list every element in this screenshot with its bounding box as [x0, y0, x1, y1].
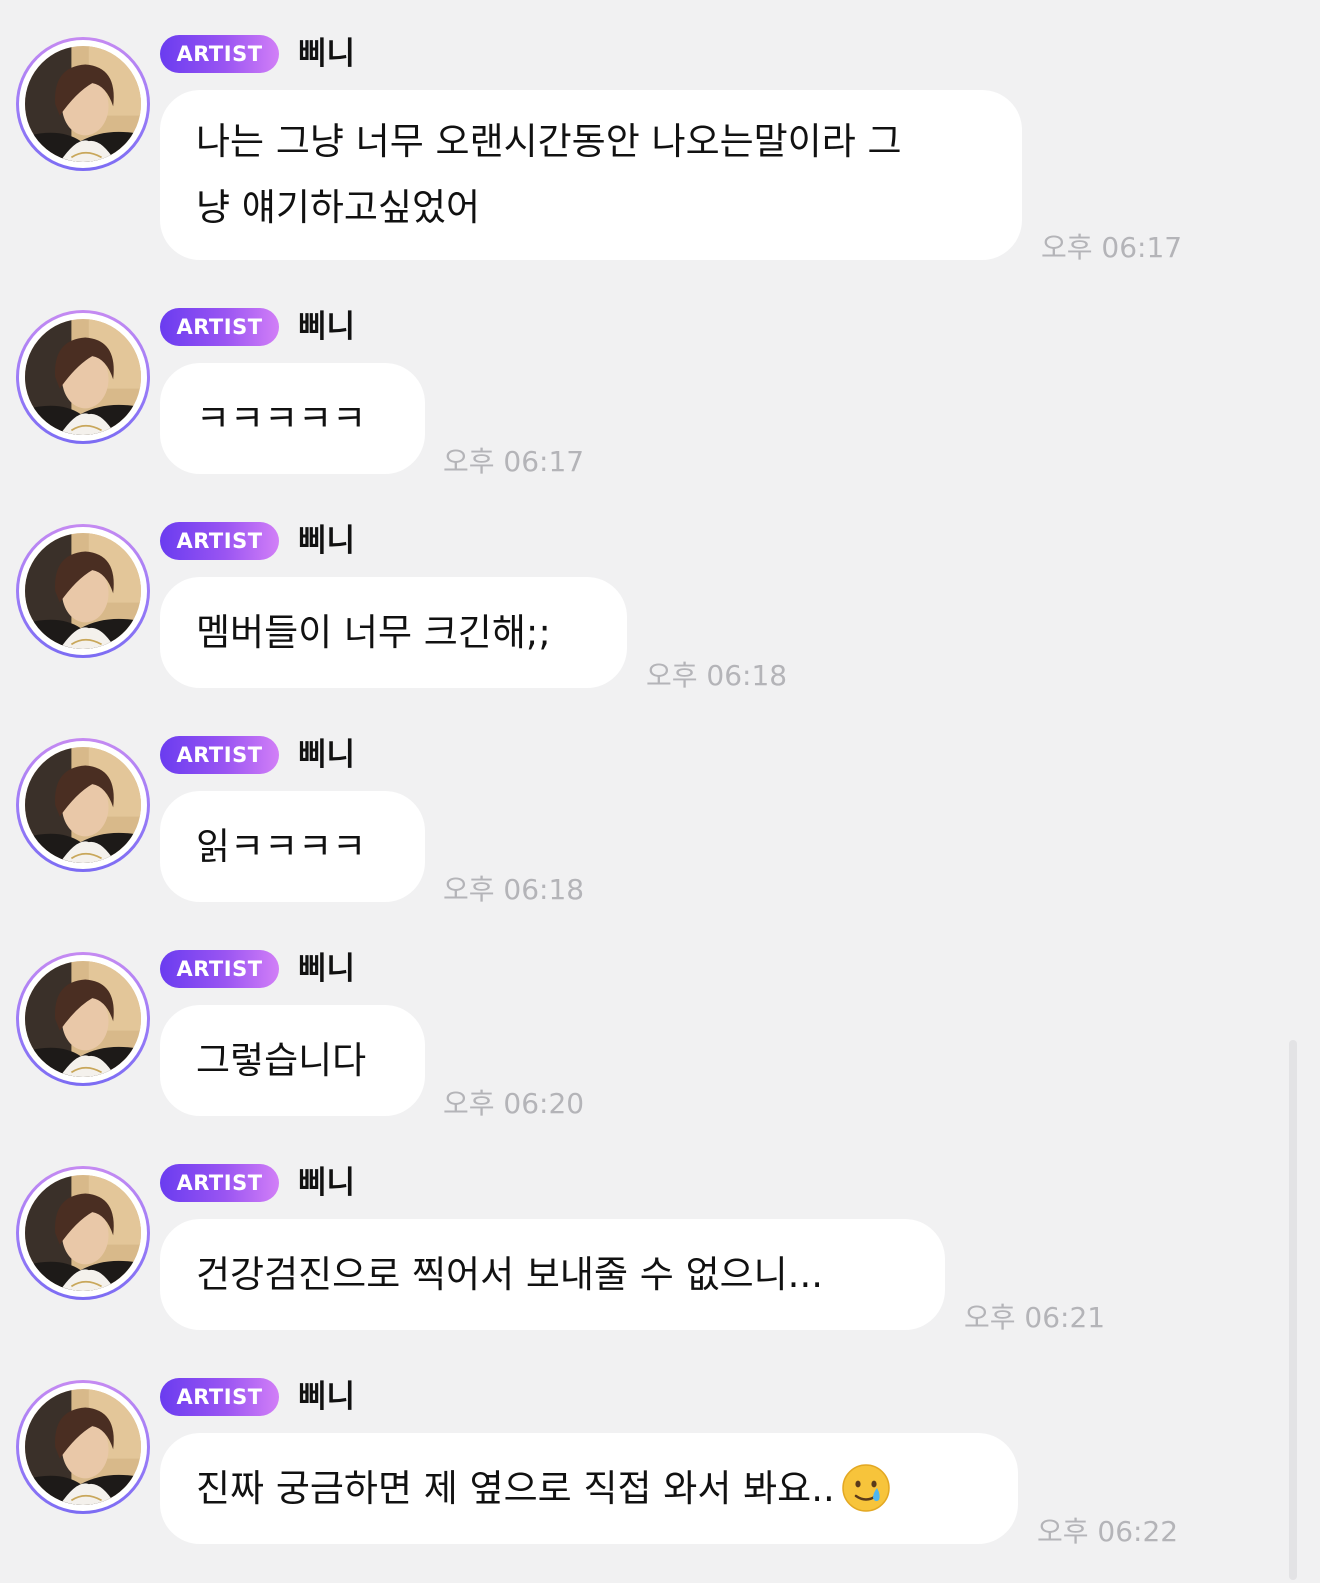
- message-timestamp: 오후 06:17: [1041, 231, 1183, 264]
- chat-message-list[interactable]: ARTIST 삐니 나는 그냥 너무 오랜시간동안 나오는말이라 그 냥 얘기하…: [0, 0, 1320, 1583]
- message-bubble[interactable]: 건강검진으로 찍어서 보내줄 수 없으니...: [160, 1219, 945, 1330]
- avatar[interactable]: [16, 738, 150, 872]
- message-timestamp: 오후 06:18: [646, 659, 788, 692]
- message-timestamp: 오후 06:22: [1037, 1515, 1179, 1548]
- message-timestamp: 오후 06:20: [443, 1087, 585, 1120]
- scrollbar[interactable]: [1289, 1040, 1297, 1580]
- message-bubble[interactable]: 나는 그냥 너무 오랜시간동안 나오는말이라 그 냥 얘기하고싶었어: [160, 90, 1022, 260]
- message-timestamp: 오후 06:18: [443, 873, 585, 906]
- sender-name: 삐니: [298, 523, 356, 559]
- message-bubble[interactable]: 읽ㅋㅋㅋㅋ: [160, 791, 425, 902]
- sender-name: 삐니: [298, 1379, 356, 1415]
- avatar[interactable]: [16, 952, 150, 1086]
- avatar[interactable]: [16, 37, 150, 171]
- artist-badge: ARTIST: [160, 522, 279, 560]
- sender-name: 삐니: [298, 951, 356, 987]
- avatar-photo: [25, 1389, 141, 1505]
- avatar-photo: [25, 319, 141, 435]
- sender-name: 삐니: [298, 737, 356, 773]
- artist-badge: ARTIST: [160, 950, 279, 988]
- sender-name: 삐니: [298, 309, 356, 345]
- avatar-photo: [25, 46, 141, 162]
- avatar-photo: [25, 533, 141, 649]
- sender-name: 삐니: [298, 36, 356, 72]
- avatar-photo: [25, 1175, 141, 1291]
- message-text: 진짜 궁금하면 제 옆으로 직접 와서 봐요..: [196, 1467, 835, 1510]
- message-bubble[interactable]: 진짜 궁금하면 제 옆으로 직접 와서 봐요..: [160, 1433, 1018, 1544]
- avatar[interactable]: [16, 1166, 150, 1300]
- artist-badge: ARTIST: [160, 308, 279, 346]
- artist-badge: ARTIST: [160, 1378, 279, 1416]
- avatar[interactable]: [16, 310, 150, 444]
- artist-badge: ARTIST: [160, 1164, 279, 1202]
- message-bubble[interactable]: 그렇습니다: [160, 1005, 425, 1116]
- message-timestamp: 오후 06:21: [964, 1301, 1106, 1334]
- message-timestamp: 오후 06:17: [443, 445, 585, 478]
- sender-name: 삐니: [298, 1165, 356, 1201]
- avatar[interactable]: [16, 1380, 150, 1514]
- avatar-photo: [25, 747, 141, 863]
- artist-badge: ARTIST: [160, 736, 279, 774]
- avatar[interactable]: [16, 524, 150, 658]
- artist-badge: ARTIST: [160, 35, 279, 73]
- avatar-photo: [25, 961, 141, 1077]
- message-bubble[interactable]: 멤버들이 너무 크긴해;;: [160, 577, 627, 688]
- message-bubble[interactable]: ㅋㅋㅋㅋㅋ: [160, 363, 425, 474]
- smiling-face-with-tear-icon: [841, 1464, 890, 1512]
